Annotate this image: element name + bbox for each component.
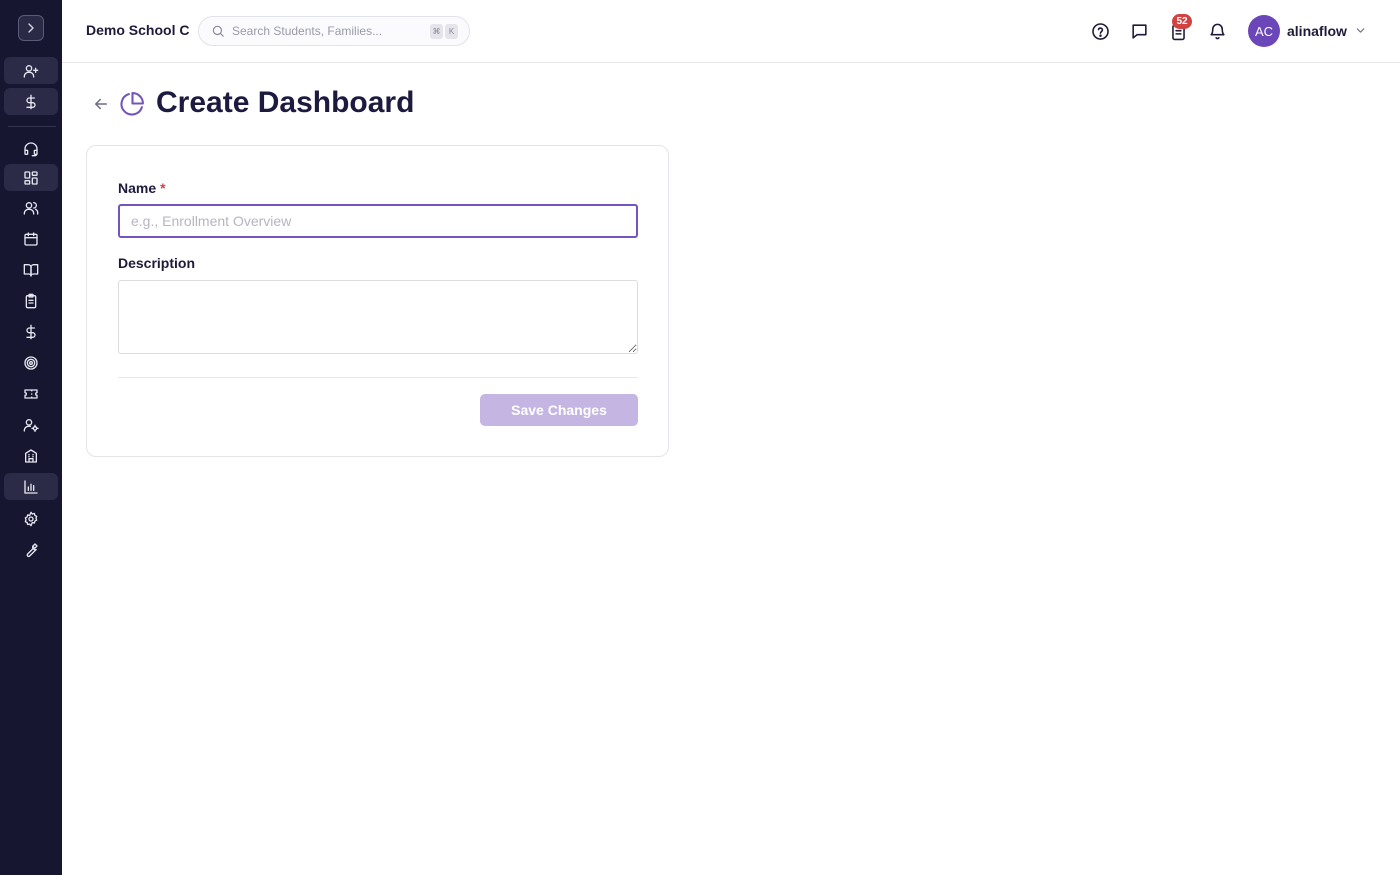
school-name: Demo School C bbox=[86, 22, 190, 38]
sidebar-item-billing[interactable] bbox=[4, 88, 58, 115]
shortcut-key-k: K bbox=[445, 24, 458, 39]
sidebar-item-tickets[interactable] bbox=[4, 380, 58, 407]
building-icon bbox=[25, 448, 37, 463]
name-label: Name * bbox=[118, 180, 166, 196]
notifications-button[interactable] bbox=[1206, 20, 1228, 42]
sidebar-item-goals[interactable] bbox=[4, 349, 58, 376]
description-field[interactable] bbox=[118, 280, 638, 354]
bell-icon bbox=[1209, 23, 1225, 39]
avatar[interactable]: AC bbox=[1248, 15, 1280, 47]
messages-button[interactable] bbox=[1128, 20, 1150, 42]
dollar-icon bbox=[26, 94, 36, 109]
tasks-count-badge: 52 bbox=[1172, 14, 1192, 29]
search-icon bbox=[212, 25, 224, 37]
headset-icon bbox=[24, 141, 38, 156]
sidebar-expand-button[interactable] bbox=[18, 15, 44, 41]
top-header: Demo School C ⌘ K 52 AC alinaflow bbox=[62, 0, 1400, 63]
sidebar-item-school[interactable] bbox=[4, 442, 58, 469]
sidebar-divider bbox=[8, 126, 56, 127]
sidebar-item-settings[interactable] bbox=[4, 505, 58, 532]
book-icon bbox=[23, 263, 39, 277]
user-plus-icon bbox=[23, 64, 39, 78]
gear-icon bbox=[24, 511, 38, 526]
sidebar-item-curriculum[interactable] bbox=[4, 256, 58, 283]
name-label-text: Name bbox=[118, 180, 157, 196]
dashboard-icon bbox=[24, 170, 38, 185]
sidebar-item-add-user[interactable] bbox=[4, 57, 58, 84]
sidebar-item-user-settings[interactable] bbox=[4, 411, 58, 438]
sidebar-item-dashboard[interactable] bbox=[4, 164, 58, 191]
help-circle-icon bbox=[1091, 22, 1109, 40]
save-button[interactable]: Save Changes bbox=[480, 394, 638, 426]
wrench-icon bbox=[26, 542, 38, 557]
create-dashboard-form: Name* Description Save Changes bbox=[86, 145, 669, 457]
clipboard-icon bbox=[25, 293, 37, 308]
sidebar-item-assessments[interactable] bbox=[4, 287, 58, 314]
calendar-icon bbox=[24, 231, 38, 246]
required-marker: * bbox=[160, 180, 166, 196]
chevron-right-icon bbox=[28, 23, 34, 33]
arrow-left-icon bbox=[95, 98, 107, 110]
user-name[interactable]: alinaflow bbox=[1287, 23, 1347, 39]
ticket-icon bbox=[24, 388, 38, 399]
back-button[interactable] bbox=[92, 95, 110, 113]
sidebar-item-tools[interactable] bbox=[4, 536, 58, 563]
message-icon bbox=[1131, 23, 1147, 39]
form-divider bbox=[118, 377, 638, 378]
global-search[interactable]: ⌘ K bbox=[198, 16, 470, 46]
help-button[interactable] bbox=[1089, 20, 1111, 42]
app-root: Demo School C ⌘ K 52 AC alinaflow Create… bbox=[0, 0, 1400, 875]
search-input[interactable] bbox=[232, 24, 422, 38]
sidebar-item-people[interactable] bbox=[4, 194, 58, 221]
sidebar-item-calendar[interactable] bbox=[4, 225, 58, 252]
description-label: Description bbox=[118, 255, 196, 271]
sidebar bbox=[0, 0, 62, 875]
name-field[interactable] bbox=[118, 204, 638, 238]
page-title: Create Dashboard bbox=[156, 86, 415, 119]
chevron-down-icon[interactable] bbox=[1354, 24, 1367, 37]
sidebar-item-support[interactable] bbox=[4, 135, 58, 162]
sidebar-item-reports[interactable] bbox=[4, 473, 58, 500]
users-icon bbox=[23, 201, 39, 215]
sidebar-item-finance[interactable] bbox=[4, 318, 58, 345]
bar-chart-icon bbox=[24, 479, 38, 494]
pie-chart-icon bbox=[120, 92, 144, 116]
dollar-icon bbox=[26, 324, 36, 339]
shortcut-key-cmd: ⌘ bbox=[430, 24, 443, 39]
user-gear-icon bbox=[23, 418, 39, 432]
target-icon bbox=[24, 355, 38, 370]
